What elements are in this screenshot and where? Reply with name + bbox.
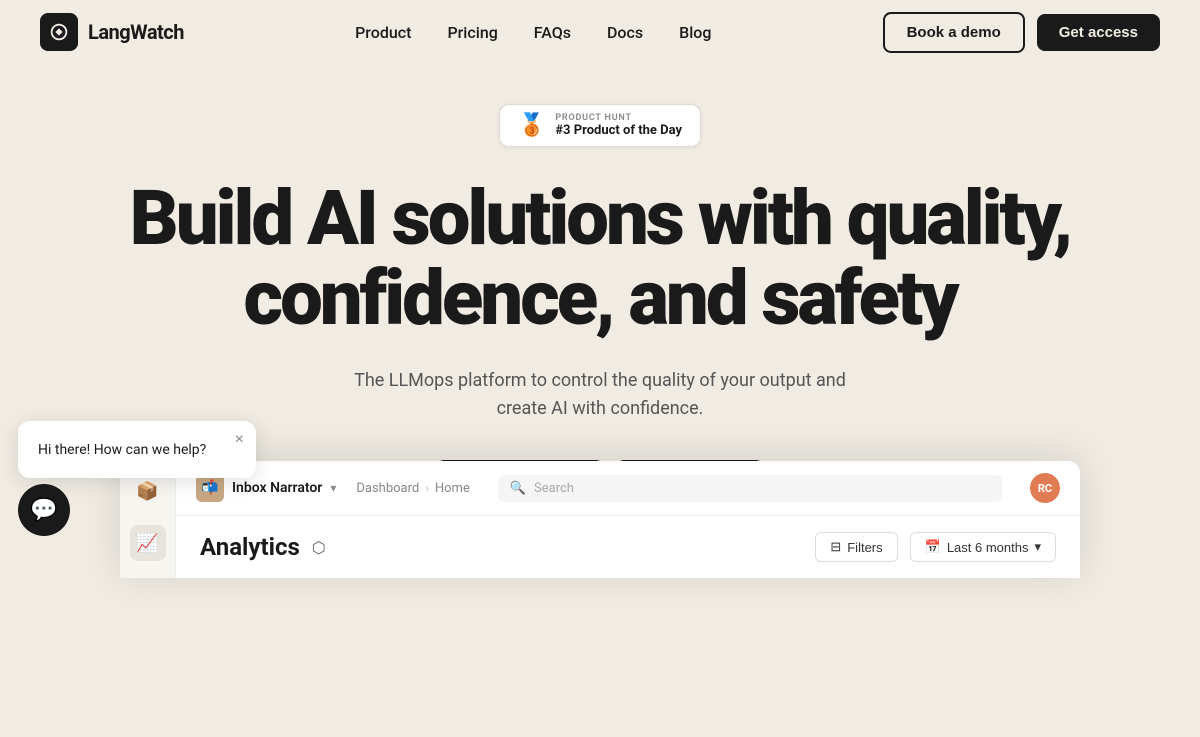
workspace-chevron-icon: ▾ xyxy=(330,481,336,495)
nav-docs[interactable]: Docs xyxy=(607,23,643,42)
nav-pricing[interactable]: Pricing xyxy=(447,23,497,42)
ph-title: #3 Product of the Day xyxy=(555,123,682,138)
product-hunt-badge: 🥉 PRODUCT HUNT #3 Product of the Day xyxy=(499,104,701,147)
ph-label: PRODUCT HUNT xyxy=(555,113,682,123)
nav-faqs[interactable]: FAQs xyxy=(534,23,571,42)
hero-headline: Build AI solutions with quality, confide… xyxy=(130,179,1071,339)
app-content: Analytics ⬡ ⊟ Filters 📅 Last 6 months ▾ xyxy=(176,516,1080,578)
breadcrumb-root: Dashboard xyxy=(356,481,419,496)
medal-icon: 🥉 xyxy=(518,113,545,138)
user-initials: RC xyxy=(1038,482,1052,495)
hero-headline-line1: Build AI solutions with quality, xyxy=(130,173,1071,263)
nav-book-demo-button[interactable]: Book a demo xyxy=(883,12,1025,53)
filters-label: Filters xyxy=(847,540,882,555)
workspace-selector[interactable]: 📬 Inbox Narrator ▾ xyxy=(196,474,336,502)
filters-button[interactable]: ⊟ Filters xyxy=(815,532,897,562)
navbar: LangWatch Product Pricing FAQs Docs Blog… xyxy=(0,0,1200,64)
sidebar-icon-analytics[interactable]: 📈 xyxy=(130,525,166,561)
breadcrumb-separator: › xyxy=(425,481,429,495)
hero-subtext: The LLMops platform to control the quali… xyxy=(340,367,860,425)
workspace-icon: 📬 xyxy=(196,474,224,502)
nav-links: Product Pricing FAQs Docs Blog xyxy=(355,23,711,42)
workspace-name: Inbox Narrator xyxy=(232,480,322,496)
search-placeholder: Search xyxy=(534,481,574,496)
nav-get-access-button[interactable]: Get access xyxy=(1037,14,1160,51)
logo-text: LangWatch xyxy=(88,20,184,44)
app-preview: 📦 📈 📬 Inbox Narrator ▾ Dashboard › Home … xyxy=(120,461,1080,578)
chat-message: Hi there! How can we help? xyxy=(38,442,206,458)
chat-bubble: × Hi there! How can we help? xyxy=(18,421,256,479)
hero-section: 🥉 PRODUCT HUNT #3 Product of the Day Bui… xyxy=(0,64,1200,558)
breadcrumb: Dashboard › Home xyxy=(356,481,469,496)
nav-blog[interactable]: Blog xyxy=(679,23,711,42)
date-range-label: Last 6 months xyxy=(947,540,1029,555)
share-icon[interactable]: ⬡ xyxy=(312,538,326,557)
nav-product[interactable]: Product xyxy=(355,23,411,42)
ph-text: PRODUCT HUNT #3 Product of the Day xyxy=(555,113,682,138)
analytics-header: Analytics ⬡ xyxy=(200,533,326,561)
app-actions: ⊟ Filters 📅 Last 6 months ▾ xyxy=(815,532,1056,562)
user-avatar: RC xyxy=(1030,473,1060,503)
chat-close-button[interactable]: × xyxy=(235,431,244,449)
app-inner: 📬 Inbox Narrator ▾ Dashboard › Home 🔍 Se… xyxy=(176,461,1080,578)
search-icon: 🔍 xyxy=(510,481,526,496)
sidebar-icon-package[interactable]: 📦 xyxy=(130,473,166,509)
app-sidebar: 📦 📈 xyxy=(120,461,176,578)
date-range-button[interactable]: 📅 Last 6 months ▾ xyxy=(910,532,1056,562)
hero-headline-line2: confidence, and safety xyxy=(244,253,957,343)
nav-actions: Book a demo Get access xyxy=(883,12,1160,53)
breadcrumb-current: Home xyxy=(435,481,470,496)
analytics-title: Analytics xyxy=(200,533,300,561)
logo-icon xyxy=(40,13,78,51)
calendar-icon: 📅 xyxy=(925,539,941,555)
logo[interactable]: LangWatch xyxy=(40,13,184,51)
date-chevron-icon: ▾ xyxy=(1034,539,1041,555)
filter-icon: ⊟ xyxy=(830,539,841,555)
chat-icon: 💬 xyxy=(30,498,57,523)
search-bar[interactable]: 🔍 Search xyxy=(498,475,1002,502)
app-topbar: 📬 Inbox Narrator ▾ Dashboard › Home 🔍 Se… xyxy=(176,461,1080,516)
chat-toggle-button[interactable]: 💬 xyxy=(18,484,70,536)
